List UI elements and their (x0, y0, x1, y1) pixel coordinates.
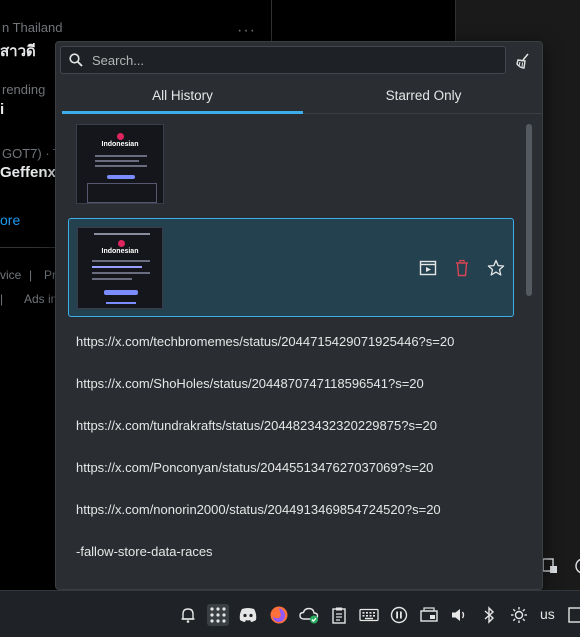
app-grid-icon[interactable] (207, 604, 229, 626)
device-icon[interactable] (418, 604, 440, 626)
clock-icon[interactable] (574, 557, 580, 580)
preview-button[interactable] (417, 257, 439, 279)
mini-line (95, 165, 147, 167)
more-options-icon[interactable]: ··· (237, 22, 256, 40)
footer-separator-2: | (0, 292, 4, 306)
clipboard-icon[interactable] (328, 604, 350, 626)
bg-trend-label-2: GOT7) · T (2, 146, 61, 161)
mini-button (107, 175, 135, 179)
bluetooth-icon[interactable] (478, 604, 500, 626)
search-input[interactable] (92, 49, 505, 71)
footer-separator: | (29, 268, 33, 282)
mini-line (95, 155, 147, 157)
firefox-icon[interactable] (268, 604, 290, 626)
thumbnail-title-2: Indonesian (101, 248, 139, 255)
history-item-image-2: Indonesian (77, 227, 163, 309)
search-icon (69, 53, 83, 67)
mini-logo (118, 240, 125, 247)
history-item-url-2[interactable]: https://x.com/ShoHoles/status/2044870747… (76, 376, 424, 391)
tab-starred-only[interactable]: Starred Only (303, 82, 542, 113)
bg-trend-label: rending (2, 82, 46, 97)
volume-icon[interactable] (448, 604, 470, 626)
history-item-selected[interactable]: Indonesian (68, 218, 514, 317)
bg-trend-title[interactable]: สาวดี (0, 39, 36, 63)
delete-button[interactable] (451, 257, 473, 279)
mini-line (92, 278, 132, 280)
star-button[interactable] (485, 257, 507, 279)
mini-line (95, 160, 139, 162)
system-taskbar: us (0, 590, 580, 637)
mini-line (92, 266, 142, 268)
history-item-url-1[interactable]: https://x.com/techbromemes/status/204471… (76, 334, 454, 349)
discord-icon[interactable] (237, 604, 259, 626)
mini-box (87, 183, 157, 203)
mini-line (92, 260, 150, 262)
mini-line (92, 272, 150, 274)
history-tabs: All History Starred Only (62, 82, 542, 114)
mini-logo (117, 133, 124, 140)
history-scrollbar[interactable] (522, 120, 536, 589)
history-item-text-6[interactable]: -fallow-store-data-races (76, 544, 213, 559)
mini-button (104, 290, 138, 295)
keyboard-layout-indicator[interactable]: us (540, 606, 555, 622)
trash-icon (456, 259, 468, 277)
footer-link-service[interactable]: vice (0, 268, 21, 282)
history-item-url-3[interactable]: https://x.com/tundrakrafts/status/204482… (76, 418, 437, 433)
history-item-image[interactable]: Indonesian (76, 124, 164, 204)
search-box[interactable] (60, 46, 506, 74)
star-icon (487, 259, 505, 276)
broom-clear-icon (516, 53, 529, 69)
mini-line (106, 302, 136, 304)
cloud-sync-icon[interactable] (298, 604, 320, 626)
play-preview-icon (419, 260, 437, 276)
thumbnail-title: Indonesian (101, 141, 139, 148)
clipboard-history-popup: All History Starred Only Indonesian Indo… (55, 41, 543, 590)
history-item-url-4[interactable]: https://x.com/Ponconyan/status/204455134… (76, 460, 433, 475)
tab-all-history[interactable]: All History (62, 82, 303, 114)
overflow-icon[interactable] (566, 604, 580, 626)
clear-history-button[interactable] (512, 50, 534, 72)
history-list: Indonesian Indonesian https://x.com/tech… (56, 120, 522, 589)
screenshot-tool-icon[interactable] (541, 557, 559, 580)
bg-trend-title-2[interactable]: i (0, 101, 4, 118)
mini-line (94, 233, 150, 235)
show-more-link[interactable]: ore (0, 212, 20, 228)
scrollbar-thumb[interactable] (526, 124, 532, 296)
media-pause-icon[interactable] (388, 604, 410, 626)
brightness-icon[interactable] (508, 604, 530, 626)
history-item-url-5[interactable]: https://x.com/nonorin2000/status/2044913… (76, 502, 441, 517)
notification-bell-icon[interactable] (177, 604, 199, 626)
keyboard-icon[interactable] (358, 604, 380, 626)
footer-link-ads[interactable]: Ads in (24, 292, 57, 306)
bg-trend-location: n Thailand (2, 20, 63, 35)
